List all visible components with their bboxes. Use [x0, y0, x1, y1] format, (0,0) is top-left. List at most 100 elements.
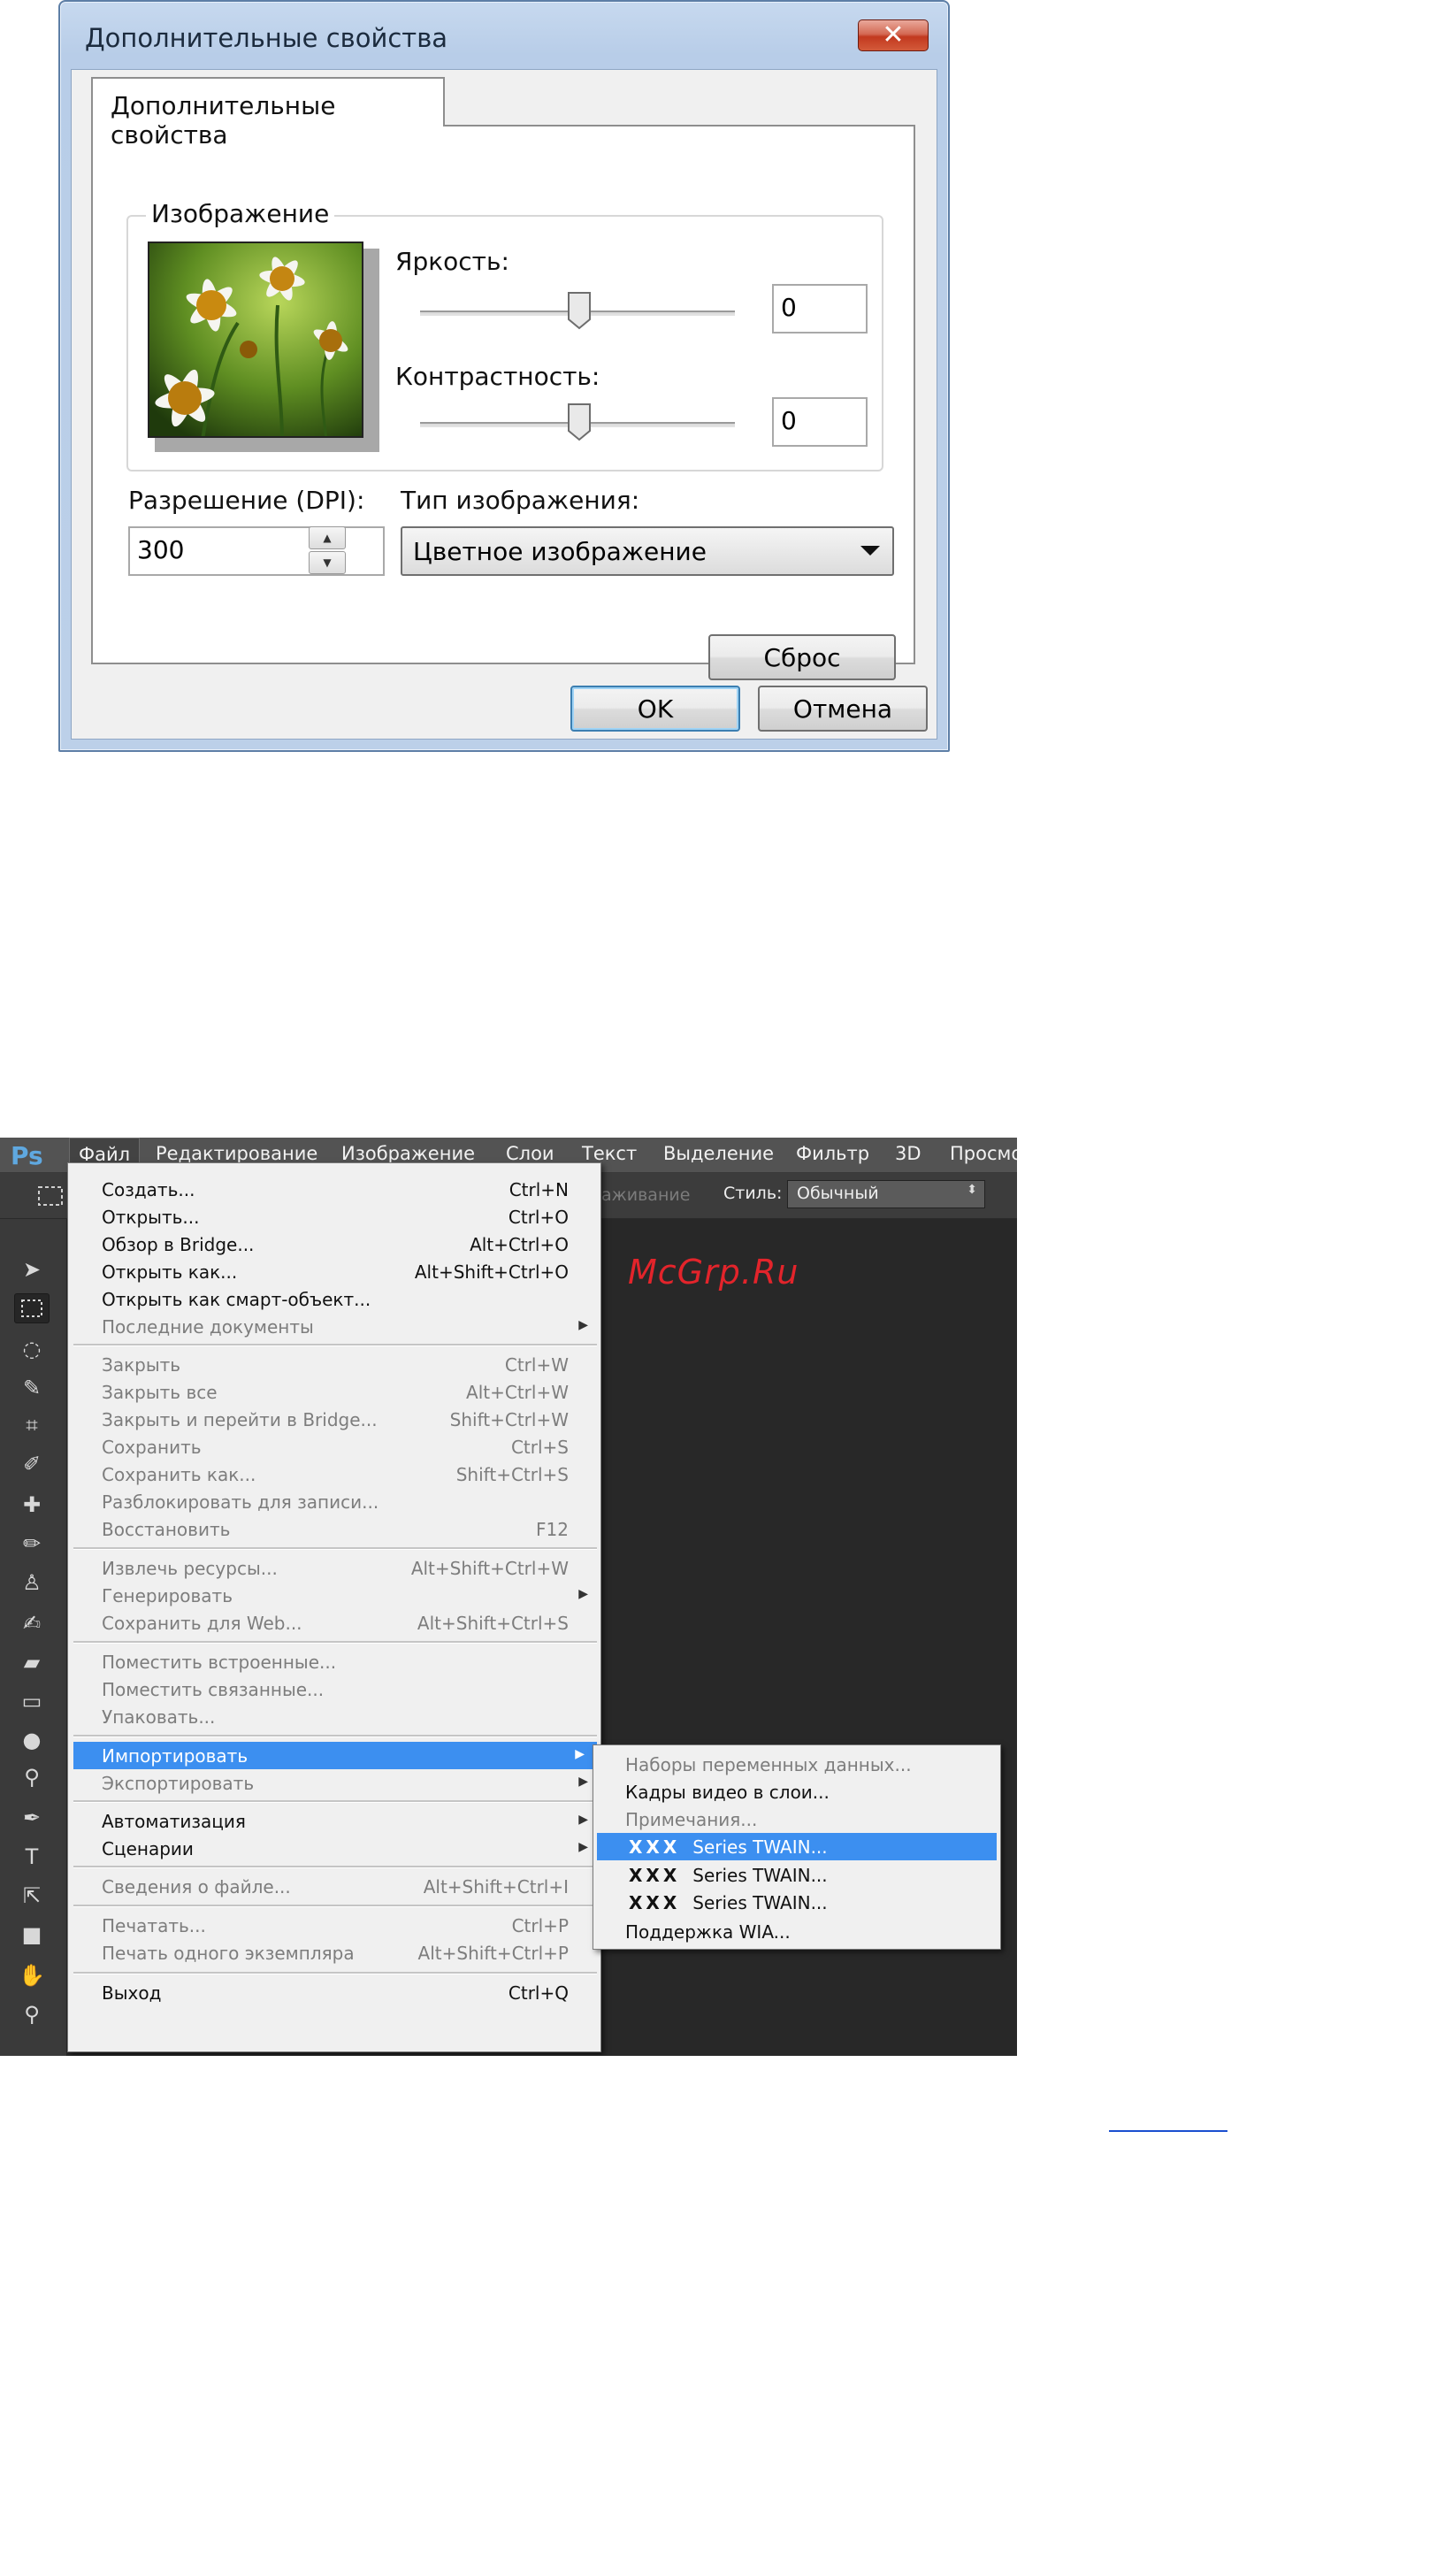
contrast-slider-thumb[interactable] [567, 402, 592, 441]
menu-item-save[interactable]: Сохранить Ctrl+S [68, 1433, 600, 1460]
menu-item-label: Закрыть все [102, 1382, 218, 1403]
eyedropper-tool-icon[interactable]: ✐ [14, 1449, 50, 1479]
menu-item-file-info[interactable]: Сведения о файле... Alt+Shift+Ctrl+I [68, 1873, 600, 1900]
menu-item-print-one-copy[interactable]: Печать одного экземпляра Alt+Shift+Ctrl+P [68, 1939, 600, 1966]
page-link[interactable] [1109, 2128, 1227, 2132]
menu-item-import[interactable]: Импортировать ▶ [73, 1742, 597, 1769]
menu-item-label: Автоматизация [102, 1811, 246, 1832]
menu-item-save-for-web[interactable]: Сохранить для Web... Alt+Shift+Ctrl+S [68, 1609, 600, 1637]
menu-item-label: Обзор в Bridge... [102, 1234, 255, 1255]
menu-item-recent[interactable]: Последние документы ▶ [68, 1313, 600, 1340]
type-tool-icon[interactable]: T [14, 1842, 50, 1872]
menu-item-close-go-bridge[interactable]: Закрыть и перейти в Bridge... Shift+Ctrl+… [68, 1406, 600, 1433]
menu-item-extract-assets[interactable]: Извлечь ресурсы... Alt+Shift+Ctrl+W [68, 1554, 600, 1582]
menu-item-save-as[interactable]: Сохранить как... Shift+Ctrl+S [68, 1460, 600, 1488]
submenu-item-video-frames[interactable]: Кадры видео в слои... [593, 1778, 1000, 1806]
eraser-tool-icon[interactable]: ▰ [14, 1647, 50, 1677]
menu-layers[interactable]: Слои [506, 1143, 554, 1164]
menu-item-exit[interactable]: Выход Ctrl+Q [68, 1979, 600, 2006]
rectangle-tool-icon[interactable]: ■ [14, 1920, 50, 1950]
marquee-tool-icon[interactable] [37, 1185, 64, 1207]
menu-item-open[interactable]: Открыть... Ctrl+O [68, 1203, 600, 1230]
menu-item-place-embedded[interactable]: Поместить встроенные... [68, 1648, 600, 1675]
watermark: McGrp.Ru [628, 1253, 799, 1292]
submenu-item-twain-2[interactable]: XXX Series TWAIN... [593, 1861, 1000, 1889]
path-select-tool-icon[interactable]: ⇱ [14, 1881, 50, 1911]
brightness-slider-thumb[interactable] [567, 291, 592, 330]
dodge-tool-icon[interactable]: ⚲ [14, 1762, 50, 1792]
close-button[interactable]: ✕ [858, 19, 929, 51]
submenu-item-twain-1[interactable]: XXX Series TWAIN... [597, 1833, 997, 1860]
menu-item-open-smart-object[interactable]: Открыть как смарт-объект... [68, 1285, 600, 1313]
gradient-tool-icon[interactable]: ▭ [14, 1686, 50, 1716]
stamp-tool-icon[interactable]: ♙ [14, 1568, 50, 1598]
menu-item-label: Сохранить как... [102, 1464, 256, 1485]
menu-item-new[interactable]: Создать... Ctrl+N [68, 1176, 600, 1203]
ok-button[interactable]: OK [570, 686, 740, 732]
menu-3d[interactable]: 3D [895, 1143, 921, 1164]
reset-button[interactable]: Сброс [708, 634, 896, 680]
menu-item-browse-bridge[interactable]: Обзор в Bridge... Alt+Ctrl+O [68, 1230, 600, 1258]
lasso-tool-icon[interactable]: ◌ [14, 1334, 50, 1364]
style-select[interactable]: Обычный ⬍ [787, 1180, 985, 1208]
menu-item-shortcut: Alt+Ctrl+O [470, 1234, 569, 1255]
spin-down-icon[interactable]: ▼ [309, 551, 346, 574]
menu-item-place-linked[interactable]: Поместить связанные... [68, 1675, 600, 1703]
advanced-properties-dialog: Дополнительные свойства ✕ Дополнительные… [58, 0, 950, 752]
menu-edit[interactable]: Редактирование [156, 1143, 317, 1164]
zoom-tool-icon[interactable]: ⚲ [14, 1999, 50, 2029]
menu-item-automate[interactable]: Автоматизация ▶ [68, 1807, 600, 1835]
menu-item-unlock-write[interactable]: Разблокировать для записи... [68, 1488, 600, 1515]
brush-tool-icon[interactable]: ✏ [14, 1529, 50, 1559]
menu-item-shortcut: Shift+Ctrl+S [455, 1464, 569, 1485]
submenu-item-wia-support[interactable]: Поддержка WIA... [593, 1918, 1000, 1945]
menu-item-close[interactable]: Закрыть Ctrl+W [68, 1351, 600, 1378]
menu-view[interactable]: Просмо [950, 1143, 1017, 1164]
menu-item-label: Сохранить для Web... [102, 1613, 302, 1634]
image-type-select[interactable]: Цветное изображение [401, 526, 894, 576]
quick-select-tool-icon[interactable]: ✎ [14, 1373, 50, 1403]
resolution-input[interactable]: 300 [128, 526, 385, 576]
contrast-input[interactable]: 0 [772, 397, 868, 447]
menu-item-label: Сведения о файле... [102, 1876, 291, 1898]
tab-panel: Изображение Яркость: 0 Контрастность: 0 … [91, 125, 915, 680]
menu-item-open-as[interactable]: Открыть как... Alt+Shift+Ctrl+O [68, 1258, 600, 1285]
menu-item-label: Экспортировать [102, 1773, 255, 1794]
hand-tool-icon[interactable]: ✋ [14, 1960, 50, 1990]
menu-item-generate[interactable]: Генерировать ▶ [68, 1582, 600, 1609]
brightness-label: Яркость: [395, 247, 509, 276]
history-brush-tool-icon[interactable]: ✍ [14, 1608, 50, 1638]
tab-advanced-properties[interactable]: Дополнительные свойства [91, 77, 445, 150]
menu-item-label: Импортировать [102, 1745, 249, 1767]
submenu-item-label: Наборы переменных данных... [625, 1754, 912, 1775]
menu-filter[interactable]: Фильтр [796, 1143, 869, 1164]
image-group-label: Изображение [146, 199, 335, 228]
spin-up-icon[interactable]: ▲ [309, 526, 346, 549]
menu-item-package[interactable]: Упаковать... [68, 1703, 600, 1730]
menu-item-close-all[interactable]: Закрыть все Alt+Ctrl+W [68, 1378, 600, 1406]
menu-item-export[interactable]: Экспортировать ▶ [68, 1769, 600, 1797]
submenu-item-variable-data-sets[interactable]: Наборы переменных данных... [593, 1751, 1000, 1778]
menu-item-revert[interactable]: Восстановить F12 [68, 1515, 600, 1543]
crop-tool-icon[interactable]: ⌗ [14, 1410, 50, 1440]
move-tool-icon[interactable]: ➤ [14, 1254, 50, 1284]
submenu-arrow-icon: ▶ [578, 1587, 588, 1601]
cancel-button[interactable]: Отмена [758, 686, 928, 732]
submenu-item-notes[interactable]: Примечания... [593, 1806, 1000, 1833]
menu-item-print[interactable]: Печатать... Ctrl+P [68, 1912, 600, 1939]
menu-item-label: Печатать... [102, 1915, 206, 1936]
menu-image[interactable]: Изображение [341, 1143, 475, 1164]
pen-tool-icon[interactable]: ✒ [14, 1803, 50, 1833]
device-prefix: XXX [629, 1892, 681, 1913]
submenu-arrow-icon: ▶ [575, 1747, 585, 1761]
brightness-input[interactable]: 0 [772, 284, 868, 334]
submenu-item-text: XXX Series TWAIN... [629, 1836, 828, 1858]
healing-brush-tool-icon[interactable]: ✚ [14, 1490, 50, 1520]
blur-tool-icon[interactable]: ● [14, 1725, 50, 1755]
submenu-item-twain-3[interactable]: XXX Series TWAIN... [593, 1889, 1000, 1916]
menu-select[interactable]: Выделение [663, 1143, 774, 1164]
menu-item-scripts[interactable]: Сценарии ▶ [68, 1835, 600, 1862]
rect-marquee-tool-icon[interactable] [14, 1293, 50, 1323]
menu-item-shortcut: Alt+Shift+Ctrl+I [423, 1876, 569, 1898]
menu-type[interactable]: Текст [582, 1143, 637, 1164]
